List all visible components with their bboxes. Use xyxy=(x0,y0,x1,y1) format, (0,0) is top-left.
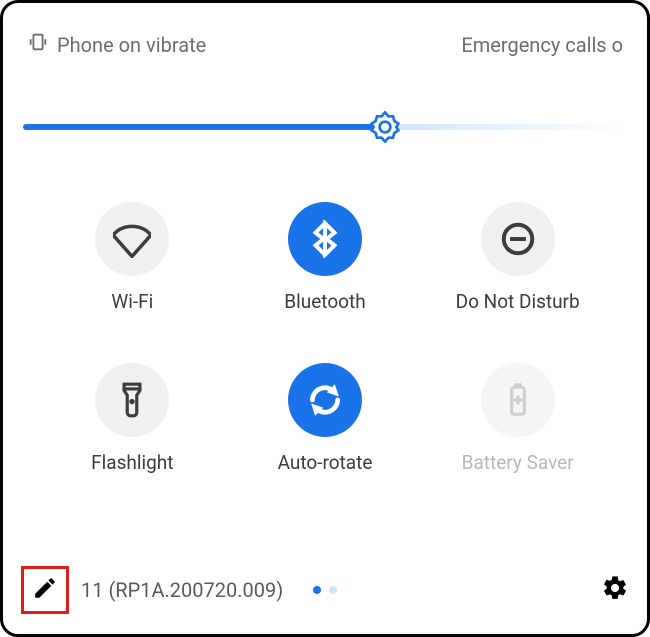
tile-dnd[interactable]: Do Not Disturb xyxy=(436,202,599,313)
tile-label: Do Not Disturb xyxy=(456,290,580,313)
tile-battery-saver[interactable]: Battery Saver xyxy=(436,363,599,474)
brightness-icon xyxy=(369,128,401,147)
brightness-slider[interactable] xyxy=(23,112,627,142)
footer-row: 11 (RP1A.200720.009) xyxy=(21,566,629,614)
page-dot-1 xyxy=(313,586,321,594)
gear-icon xyxy=(601,574,629,606)
build-number: 11 (RP1A.200720.009) xyxy=(81,578,283,602)
vibrate-text: Phone on vibrate xyxy=(57,33,206,57)
tile-autorotate[interactable]: Auto-rotate xyxy=(244,363,407,474)
tiles-grid: Wi-Fi Bluetooth Do Not Disturb Flashli xyxy=(3,142,647,494)
tile-label: Wi-Fi xyxy=(111,290,153,313)
wifi-icon xyxy=(95,202,169,276)
tile-label: Flashlight xyxy=(91,451,173,474)
page-indicator[interactable] xyxy=(313,586,337,594)
emergency-text: Emergency calls o xyxy=(461,33,623,57)
tile-label: Auto-rotate xyxy=(278,451,373,474)
settings-button[interactable] xyxy=(601,576,629,604)
tile-bluetooth[interactable]: Bluetooth xyxy=(244,202,407,313)
edit-button[interactable] xyxy=(21,566,69,614)
tile-label: Battery Saver xyxy=(462,451,574,474)
slider-thumb[interactable] xyxy=(369,111,401,143)
slider-track-filled xyxy=(23,124,385,130)
vibrate-icon xyxy=(27,31,49,58)
pencil-icon xyxy=(32,575,58,605)
tile-flashlight[interactable]: Flashlight xyxy=(51,363,214,474)
bluetooth-icon xyxy=(288,202,362,276)
tile-label: Bluetooth xyxy=(284,290,365,313)
vibrate-status: Phone on vibrate xyxy=(27,31,206,58)
battery-icon xyxy=(481,363,555,437)
flashlight-icon xyxy=(95,363,169,437)
tile-wifi[interactable]: Wi-Fi xyxy=(51,202,214,313)
status-row: Phone on vibrate Emergency calls o xyxy=(3,3,647,58)
slider-track-empty xyxy=(385,124,627,130)
autorotate-icon xyxy=(288,363,362,437)
page-dot-2 xyxy=(329,586,337,594)
dnd-icon xyxy=(481,202,555,276)
quick-settings-panel: Phone on vibrate Emergency calls o Wi-Fi xyxy=(0,0,650,637)
